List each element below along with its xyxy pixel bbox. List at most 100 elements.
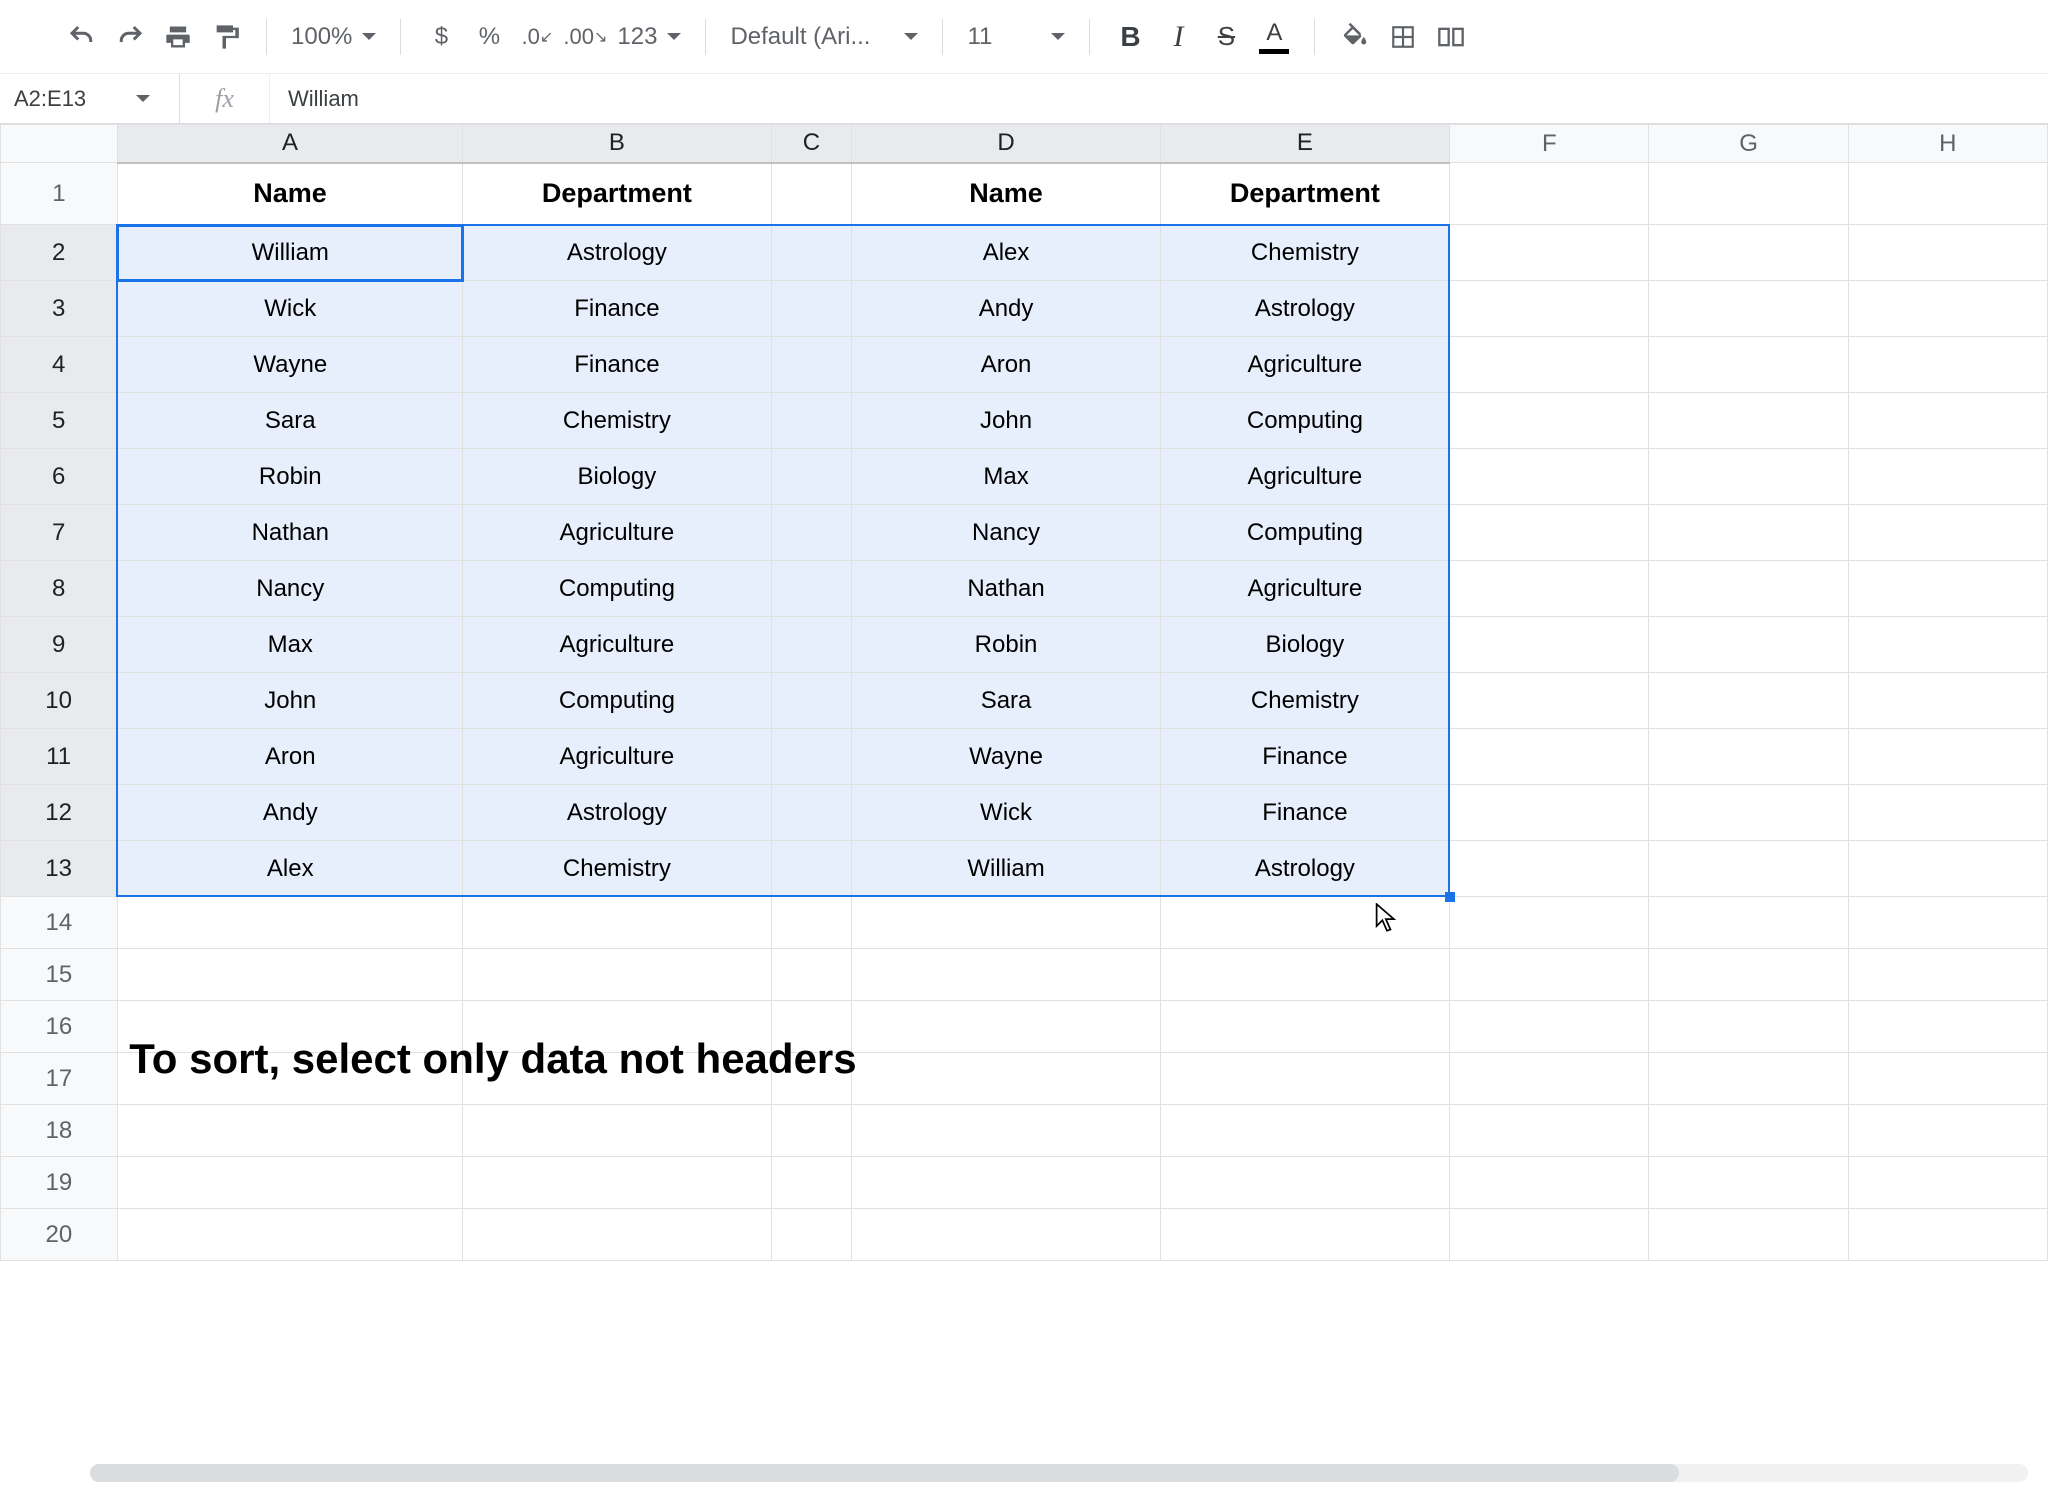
cell-D3[interactable]: Andy (852, 281, 1160, 337)
merge-cells-button[interactable] (1429, 15, 1473, 59)
cell-E4[interactable]: Agriculture (1160, 337, 1450, 393)
cell-B4[interactable]: Finance (463, 337, 771, 393)
cell-G17[interactable] (1649, 1053, 1848, 1105)
row-header-18[interactable]: 18 (1, 1105, 118, 1157)
borders-button[interactable] (1381, 15, 1425, 59)
cell-B19[interactable] (463, 1157, 771, 1209)
row-header-17[interactable]: 17 (1, 1053, 118, 1105)
increase-decimal-button[interactable]: .00↘ (563, 15, 607, 59)
cell-C17[interactable] (771, 1053, 852, 1105)
cell-E16[interactable] (1160, 1001, 1450, 1053)
cell-C2[interactable] (771, 225, 852, 281)
cell-G4[interactable] (1649, 337, 1848, 393)
cell-E13[interactable]: Astrology (1160, 841, 1450, 897)
select-all-corner[interactable] (1, 125, 118, 163)
cell-D11[interactable]: Wayne (852, 729, 1160, 785)
cell-D16[interactable] (852, 1001, 1160, 1053)
row-header-13[interactable]: 13 (1, 841, 118, 897)
strikethrough-button[interactable]: S (1204, 15, 1248, 59)
cell-F14[interactable] (1450, 897, 1649, 949)
cell-G6[interactable] (1649, 449, 1848, 505)
cell-G3[interactable] (1649, 281, 1848, 337)
cell-E14[interactable] (1160, 897, 1450, 949)
cell-B5[interactable]: Chemistry (463, 393, 771, 449)
cell-A11[interactable]: Aron (117, 729, 463, 785)
cell-B2[interactable]: Astrology (463, 225, 771, 281)
row-header-11[interactable]: 11 (1, 729, 118, 785)
cell-G10[interactable] (1649, 673, 1848, 729)
name-box[interactable]: A2:E13 (0, 74, 180, 123)
paint-format-button[interactable] (204, 15, 248, 59)
cell-E12[interactable]: Finance (1160, 785, 1450, 841)
cell-E18[interactable] (1160, 1105, 1450, 1157)
column-header-G[interactable]: G (1649, 125, 1848, 163)
cell-B14[interactable] (463, 897, 771, 949)
cell-B12[interactable]: Astrology (463, 785, 771, 841)
cell-F18[interactable] (1450, 1105, 1649, 1157)
cell-G9[interactable] (1649, 617, 1848, 673)
cell-C6[interactable] (771, 449, 852, 505)
cell-G7[interactable] (1649, 505, 1848, 561)
cell-D14[interactable] (852, 897, 1160, 949)
cell-F17[interactable] (1450, 1053, 1649, 1105)
column-header-D[interactable]: D (852, 125, 1160, 163)
cell-C12[interactable] (771, 785, 852, 841)
cell-H3[interactable] (1848, 281, 2047, 337)
cell-A5[interactable]: Sara (117, 393, 463, 449)
cell-F12[interactable] (1450, 785, 1649, 841)
scrollbar-thumb[interactable] (90, 1464, 1679, 1482)
cell-F15[interactable] (1450, 949, 1649, 1001)
cell-B8[interactable]: Computing (463, 561, 771, 617)
cell-A1[interactable]: Name (117, 163, 463, 225)
column-header-A[interactable]: A (117, 125, 463, 163)
cell-A12[interactable]: Andy (117, 785, 463, 841)
cell-G15[interactable] (1649, 949, 1848, 1001)
cell-E17[interactable] (1160, 1053, 1450, 1105)
cell-F5[interactable] (1450, 393, 1649, 449)
cell-G14[interactable] (1649, 897, 1848, 949)
cell-E5[interactable]: Computing (1160, 393, 1450, 449)
cell-F19[interactable] (1450, 1157, 1649, 1209)
cell-A15[interactable] (117, 949, 463, 1001)
cell-G18[interactable] (1649, 1105, 1848, 1157)
row-header-4[interactable]: 4 (1, 337, 118, 393)
cell-A14[interactable] (117, 897, 463, 949)
cell-B9[interactable]: Agriculture (463, 617, 771, 673)
cell-B13[interactable]: Chemistry (463, 841, 771, 897)
cell-E20[interactable] (1160, 1209, 1450, 1261)
currency-button[interactable]: $ (419, 15, 463, 59)
column-header-B[interactable]: B (463, 125, 771, 163)
cell-D1[interactable]: Name (852, 163, 1160, 225)
cell-D13[interactable]: William (852, 841, 1160, 897)
cell-G16[interactable] (1649, 1001, 1848, 1053)
cell-E19[interactable] (1160, 1157, 1450, 1209)
horizontal-scrollbar[interactable] (90, 1464, 2028, 1482)
cell-H11[interactable] (1848, 729, 2047, 785)
row-header-20[interactable]: 20 (1, 1209, 118, 1261)
cell-C1[interactable] (771, 163, 852, 225)
cell-E15[interactable] (1160, 949, 1450, 1001)
row-header-5[interactable]: 5 (1, 393, 118, 449)
cell-H4[interactable] (1848, 337, 2047, 393)
cell-B3[interactable]: Finance (463, 281, 771, 337)
cell-H19[interactable] (1848, 1157, 2047, 1209)
cell-E11[interactable]: Finance (1160, 729, 1450, 785)
cell-A18[interactable] (117, 1105, 463, 1157)
cell-C13[interactable] (771, 841, 852, 897)
row-header-6[interactable]: 6 (1, 449, 118, 505)
cell-G8[interactable] (1649, 561, 1848, 617)
cell-A2[interactable]: William (117, 225, 463, 281)
cell-F1[interactable] (1450, 163, 1649, 225)
cell-G20[interactable] (1649, 1209, 1848, 1261)
cell-H5[interactable] (1848, 393, 2047, 449)
cell-H7[interactable] (1848, 505, 2047, 561)
cell-A16[interactable] (117, 1001, 463, 1053)
cell-A9[interactable]: Max (117, 617, 463, 673)
cell-A6[interactable]: Robin (117, 449, 463, 505)
text-color-button[interactable]: A (1252, 15, 1296, 59)
row-header-10[interactable]: 10 (1, 673, 118, 729)
cell-A7[interactable]: Nathan (117, 505, 463, 561)
redo-button[interactable] (108, 15, 152, 59)
column-header-E[interactable]: E (1160, 125, 1450, 163)
cell-B17[interactable] (463, 1053, 771, 1105)
